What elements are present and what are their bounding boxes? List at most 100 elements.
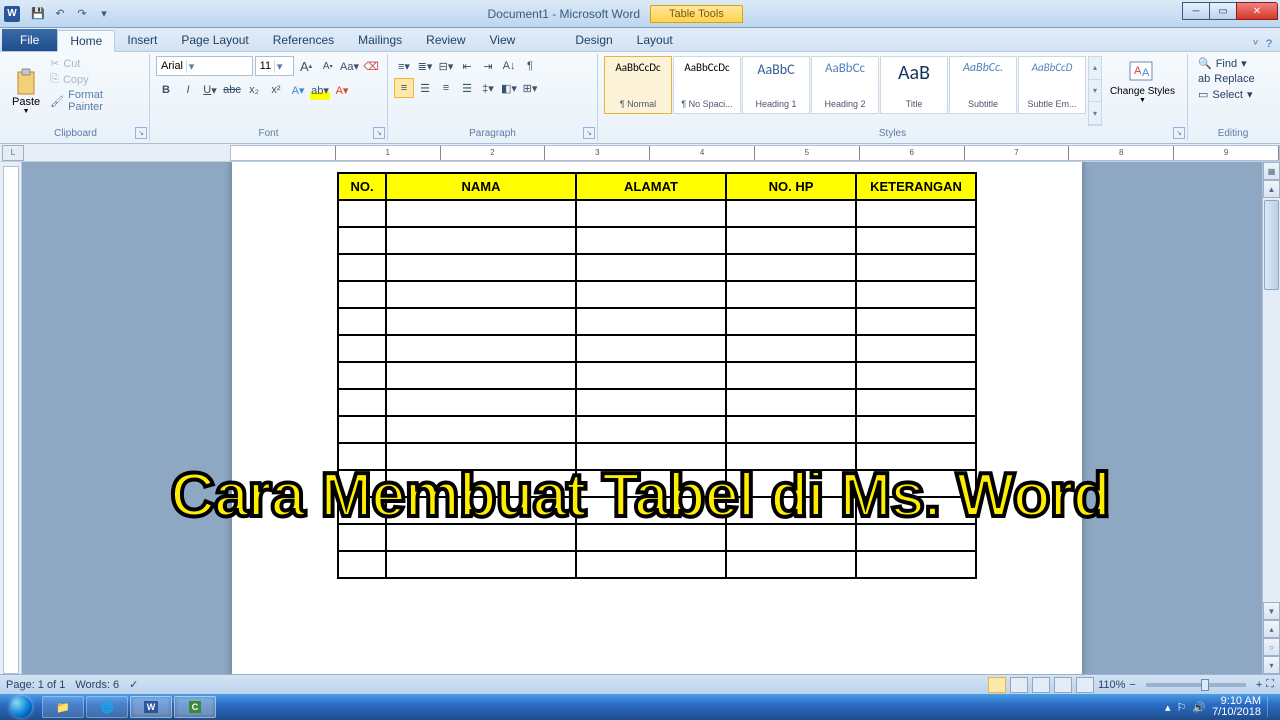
tab-file[interactable]: File xyxy=(2,29,57,51)
multilevel-icon[interactable]: ⊟▾ xyxy=(436,56,456,76)
word-count[interactable]: Words: 6 xyxy=(75,679,119,691)
tab-references[interactable]: References xyxy=(261,29,346,51)
next-page-icon[interactable]: ▾ xyxy=(1263,656,1280,674)
minimize-ribbon-icon[interactable]: ⱽ xyxy=(1253,38,1258,51)
replace-button[interactable]: abReplace xyxy=(1194,72,1272,86)
strikethrough-button[interactable]: abc xyxy=(222,80,242,100)
subscript-button[interactable]: x₂ xyxy=(244,80,264,100)
format-painter-button[interactable]: 🖌Format Painter xyxy=(46,88,143,114)
tray-clock[interactable]: 9:10 AM7/10/2018 xyxy=(1212,696,1261,718)
copy-button[interactable]: ⎘Copy xyxy=(46,72,143,87)
vertical-scrollbar[interactable]: ▦ ▲ ▼ ▴ ○ ▾ xyxy=(1262,162,1280,674)
tray-volume-icon[interactable]: 🔊 xyxy=(1192,701,1206,714)
qat-customize-icon[interactable]: ▾ xyxy=(94,4,114,24)
print-layout-view[interactable] xyxy=(988,677,1006,693)
table-row[interactable] xyxy=(338,551,976,578)
shading-icon[interactable]: ◧▾ xyxy=(499,78,519,98)
tab-review[interactable]: Review xyxy=(414,29,477,51)
styles-more[interactable]: ▴▾▾ xyxy=(1088,56,1102,126)
table-header[interactable]: KETERANGAN xyxy=(856,173,976,200)
scroll-down-icon[interactable]: ▼ xyxy=(1263,602,1280,620)
tab-page-layout[interactable]: Page Layout xyxy=(169,29,260,51)
table-row[interactable] xyxy=(338,227,976,254)
align-left-icon[interactable]: ≡ xyxy=(394,78,414,98)
scroll-thumb[interactable] xyxy=(1264,200,1279,290)
table-header[interactable]: NO. xyxy=(338,173,386,200)
ruler-vertical[interactable] xyxy=(0,162,22,674)
clear-format-icon[interactable]: ⌫ xyxy=(361,56,381,76)
spell-check-icon[interactable]: ✓ xyxy=(129,678,138,691)
styles-dialog-icon[interactable]: ↘ xyxy=(1173,127,1185,139)
show-desktop[interactable] xyxy=(1267,697,1274,717)
close-button[interactable]: ✕ xyxy=(1236,2,1278,20)
change-styles-button[interactable]: AA Change Styles▼ xyxy=(1104,56,1181,126)
find-button[interactable]: 🔍Find ▾ xyxy=(1194,56,1272,71)
zoom-out-icon[interactable]: − xyxy=(1129,679,1135,691)
sort-icon[interactable]: A↓ xyxy=(499,56,519,76)
align-center-icon[interactable]: ☰ xyxy=(415,78,435,98)
font-name-combo[interactable]: Arial▾ xyxy=(156,56,253,76)
browse-object-icon[interactable]: ○ xyxy=(1263,638,1280,656)
table-row[interactable] xyxy=(338,254,976,281)
save-icon[interactable]: 💾 xyxy=(28,4,48,24)
tab-mailings[interactable]: Mailings xyxy=(346,29,414,51)
highlight-icon[interactable]: ab▾ xyxy=(310,80,330,100)
maximize-button[interactable]: ▭ xyxy=(1209,2,1237,20)
scroll-up-icon[interactable]: ▲ xyxy=(1263,180,1280,198)
paragraph-dialog-icon[interactable]: ↘ xyxy=(583,127,595,139)
tab-view[interactable]: View xyxy=(478,29,528,51)
tab-layout[interactable]: Layout xyxy=(625,29,685,51)
table-row[interactable] xyxy=(338,308,976,335)
taskbar-word[interactable]: W xyxy=(130,696,172,718)
style-subtitle[interactable]: AaBbCc.Subtitle xyxy=(949,56,1017,114)
tray-flag-icon[interactable]: ⚐ xyxy=(1176,701,1186,714)
clipboard-dialog-icon[interactable]: ↘ xyxy=(135,127,147,139)
page-status[interactable]: Page: 1 of 1 xyxy=(6,679,65,691)
redo-icon[interactable]: ↷ xyxy=(72,4,92,24)
ruler-toggle-icon[interactable]: ▦ xyxy=(1263,162,1280,180)
minimize-button[interactable]: ─ xyxy=(1182,2,1210,20)
style-normal[interactable]: AaBbCcDc¶ Normal xyxy=(604,56,672,114)
taskbar-camtasia[interactable]: C xyxy=(174,696,216,718)
tab-design[interactable]: Design xyxy=(563,29,624,51)
decrease-indent-icon[interactable]: ⇤ xyxy=(457,56,477,76)
table-header[interactable]: NAMA xyxy=(386,173,576,200)
shrink-font-icon[interactable]: A▾ xyxy=(318,56,338,76)
text-effects-icon[interactable]: A▾ xyxy=(288,80,308,100)
style-nospaci[interactable]: AaBbCcDc¶ No Spaci... xyxy=(673,56,741,114)
draft-view[interactable] xyxy=(1076,677,1094,693)
style-subtleem[interactable]: AaBbCcDSubtle Em... xyxy=(1018,56,1086,114)
increase-indent-icon[interactable]: ⇥ xyxy=(478,56,498,76)
document-area[interactable]: NO.NAMAALAMATNO. HPKETERANGAN xyxy=(22,162,1262,674)
font-color-icon[interactable]: A▾ xyxy=(332,80,352,100)
tray-up-icon[interactable]: ▴ xyxy=(1165,701,1171,714)
justify-icon[interactable]: ☰ xyxy=(457,78,477,98)
table-row[interactable] xyxy=(338,335,976,362)
zoom-level[interactable]: 110% xyxy=(1098,679,1125,691)
start-button[interactable] xyxy=(2,695,40,719)
table-header[interactable]: ALAMAT xyxy=(576,173,726,200)
web-layout-view[interactable] xyxy=(1032,677,1050,693)
show-marks-icon[interactable]: ¶ xyxy=(520,56,540,76)
line-spacing-icon[interactable]: ‡▾ xyxy=(478,78,498,98)
grow-font-icon[interactable]: A▴ xyxy=(296,56,316,76)
table-row[interactable] xyxy=(338,416,976,443)
help-icon[interactable]: ? xyxy=(1266,38,1272,51)
borders-icon[interactable]: ⊞▾ xyxy=(520,78,540,98)
style-title[interactable]: AaBTitle xyxy=(880,56,948,114)
font-size-combo[interactable]: 11▾ xyxy=(255,56,295,76)
full-screen-view[interactable] xyxy=(1010,677,1028,693)
style-heading2[interactable]: AaBbCcHeading 2 xyxy=(811,56,879,114)
align-right-icon[interactable]: ≡ xyxy=(436,78,456,98)
zoom-in-icon[interactable]: + xyxy=(1256,679,1262,691)
underline-button[interactable]: U▾ xyxy=(200,80,220,100)
tab-selector[interactable]: L xyxy=(2,145,24,161)
fit-icon[interactable]: ⛶ xyxy=(1266,678,1274,691)
font-dialog-icon[interactable]: ↘ xyxy=(373,127,385,139)
select-button[interactable]: ▭Select ▾ xyxy=(1194,87,1272,102)
taskbar-chrome[interactable]: 🌐 xyxy=(86,696,128,718)
outline-view[interactable] xyxy=(1054,677,1072,693)
tab-home[interactable]: Home xyxy=(57,30,115,52)
cut-button[interactable]: ✂Cut xyxy=(46,56,143,71)
prev-page-icon[interactable]: ▴ xyxy=(1263,620,1280,638)
